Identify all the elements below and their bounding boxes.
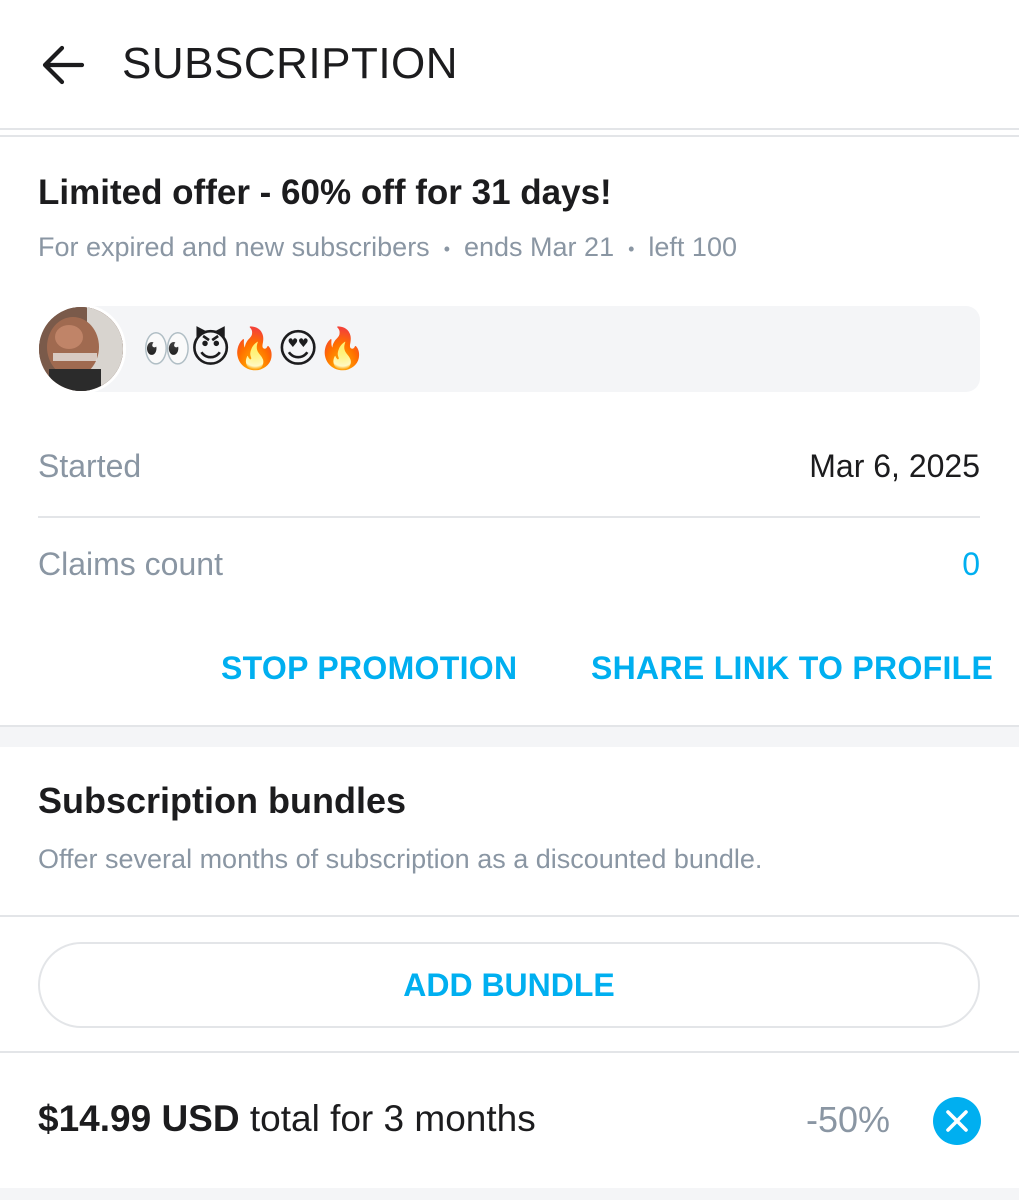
row-divider: [38, 516, 980, 518]
header-divider: [0, 128, 1019, 130]
promotion-meta: For expired and new subscribers • ends Mar…: [38, 230, 737, 266]
separator-dot: •: [443, 238, 450, 259]
remove-bundle-button[interactable]: [933, 1097, 981, 1145]
separator-dot: •: [628, 238, 635, 259]
promotion-ends: ends Mar 21: [464, 232, 615, 262]
claims-count-value[interactable]: 0: [962, 544, 980, 584]
promotion-audience: For expired and new subscribers: [38, 232, 430, 262]
bundle-price: $14.99 USD: [38, 1098, 240, 1139]
avatar: [36, 304, 126, 394]
app-header: SUBSCRIPTION: [0, 0, 1019, 128]
bottom-section-edge: [0, 1188, 1019, 1200]
promotion-message: 👀😈🔥😍🔥: [142, 327, 367, 371]
bundle-term: total for 3 months: [249, 1098, 536, 1139]
bundle-discount: -50%: [805, 1099, 890, 1140]
bundle-list-divider: [0, 1051, 1019, 1053]
close-circle-icon: [946, 1110, 968, 1132]
back-button[interactable]: [38, 40, 88, 90]
stop-promotion-button[interactable]: STOP PROMOTION: [221, 648, 517, 688]
started-value: Mar 6, 2025: [809, 448, 980, 484]
promotion-left: left 100: [648, 232, 737, 262]
arrow-left-icon: [42, 45, 85, 85]
started-label: Started: [38, 448, 142, 484]
add-bundle-button[interactable]: ADD BUNDLE: [38, 942, 980, 1028]
bundles-divider: [0, 915, 1019, 917]
bundles-description: Offer several months of subscription as …: [38, 844, 763, 874]
header-divider-secondary: [0, 135, 1019, 137]
promotion-title: Limited offer - 60% off for 31 days!: [38, 173, 612, 212]
avatar-photo: [39, 307, 123, 391]
share-link-button[interactable]: SHARE LINK TO PROFILE: [591, 648, 993, 688]
bundles-title: Subscription bundles: [38, 780, 407, 821]
bundle-item: $14.99 USD total for 3 months: [38, 1096, 536, 1142]
page-title: SUBSCRIPTION: [122, 39, 459, 88]
claims-count-label: Claims count: [38, 546, 223, 582]
section-gap: [0, 727, 1019, 747]
